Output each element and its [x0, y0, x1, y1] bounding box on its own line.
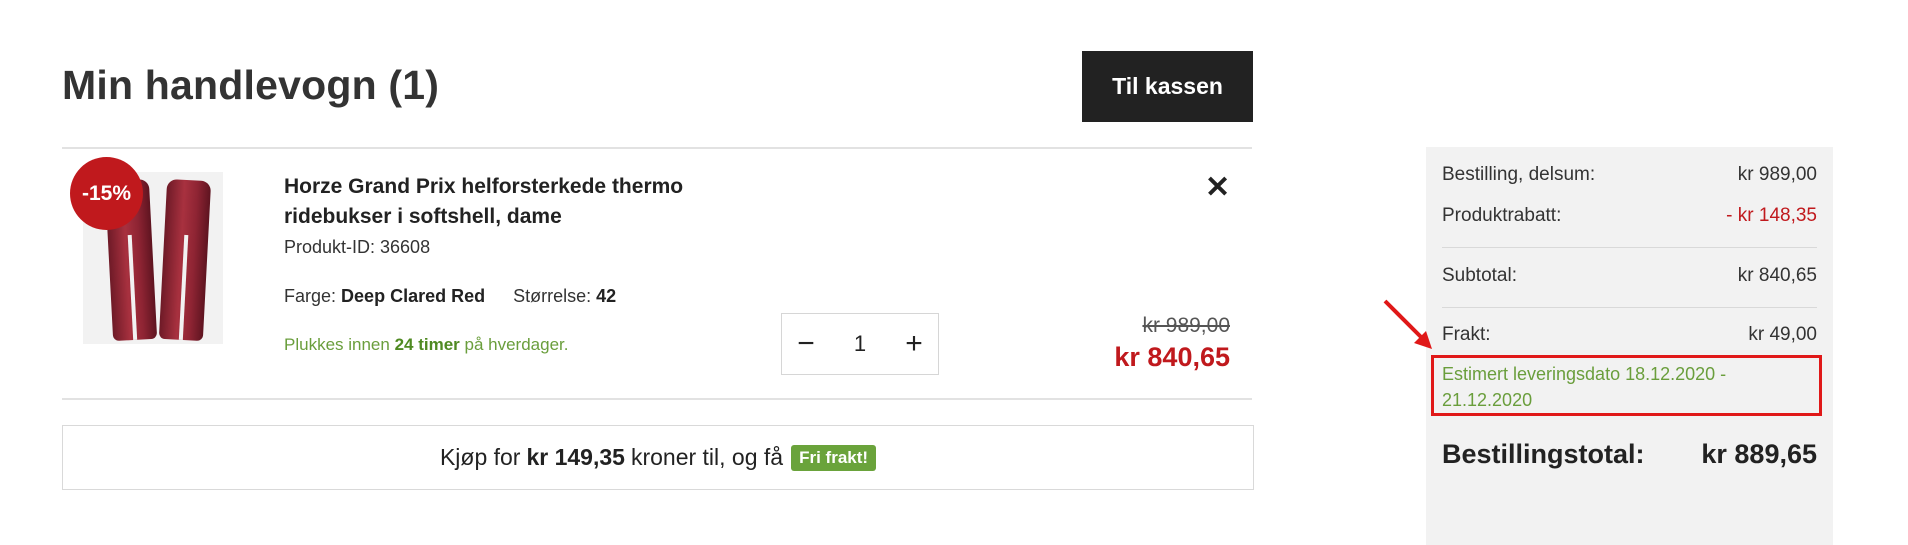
divider-top: [62, 147, 1252, 149]
banner-amount: kr 149,35: [526, 444, 625, 470]
pick-note: Plukkes innen 24 timer på hverdager.: [284, 335, 568, 355]
product-attributes: Farge: Deep Clared Red Størrelse: 42: [284, 286, 616, 307]
summary-discount-row: Produktrabatt: - kr 148,35: [1442, 205, 1817, 227]
page-title: Min handlevogn (1): [62, 62, 440, 108]
delivery-estimate: Estimert leveringsdato 18.12.2020 - 21.1…: [1442, 364, 1727, 410]
discounted-price: kr 840,65: [1114, 342, 1230, 372]
summary-total-row: Bestillingstotal: kr 889,65: [1442, 439, 1817, 470]
original-price: kr 989,00: [1142, 314, 1230, 337]
annotation-arrow-icon: [1383, 299, 1432, 349]
discount-badge: -15%: [70, 157, 143, 230]
remove-item-icon[interactable]: ✕: [1205, 170, 1230, 205]
order-subtotal-value: kr 989,00: [1737, 164, 1817, 185]
size-value: 42: [596, 286, 617, 306]
decrease-quantity-button[interactable]: −: [782, 316, 830, 372]
size-label: Størrelse:: [513, 286, 592, 306]
order-subtotal-label: Bestilling, delsum:: [1442, 164, 1596, 185]
checkout-button[interactable]: Til kassen: [1082, 51, 1253, 122]
free-shipping-banner: Kjøp for kr 149,35 kroner til, og få Fri…: [62, 425, 1254, 490]
shipping-value: kr 49,00: [1748, 324, 1817, 345]
color-value: Deep Clared Red: [341, 286, 486, 306]
product-id: Produkt-ID: 36608: [284, 237, 431, 257]
banner-prefix: Kjøp for: [439, 444, 521, 470]
pick-time: 24 timer: [394, 335, 460, 354]
summary-divider: [1442, 307, 1817, 308]
discount-value: - kr 148,35: [1726, 205, 1817, 226]
shipping-label: Frakt:: [1442, 324, 1491, 345]
quantity-input[interactable]: [833, 330, 887, 358]
summary-divider: [1442, 247, 1817, 248]
discount-label: Produktrabatt:: [1442, 205, 1562, 226]
summary-subtotal-row: Subtotal: kr 840,65: [1442, 265, 1817, 287]
pick-prefix: Plukkes innen: [284, 335, 390, 354]
free-shipping-badge: Fri frakt!: [791, 444, 877, 471]
summary-order-subtotal-row: Bestilling, delsum: kr 989,00: [1442, 164, 1817, 186]
subtotal-label: Subtotal:: [1442, 265, 1517, 286]
divider-bottom: [62, 398, 1252, 400]
product-name[interactable]: Horze Grand Prix helforsterkede thermo r…: [284, 172, 704, 232]
total-value: kr 889,65: [1701, 439, 1817, 469]
order-summary: Bestilling, delsum: kr 989,00 Produktrab…: [1426, 147, 1833, 545]
quantity-stepper: − +: [781, 313, 939, 375]
summary-shipping-row: Frakt: kr 49,00: [1442, 324, 1817, 346]
color-label: Farge:: [284, 286, 337, 306]
pants-icon-right: [158, 178, 212, 342]
increase-quantity-button[interactable]: +: [890, 316, 938, 372]
banner-suffix: kroner til, og få: [630, 444, 784, 470]
total-label: Bestillingstotal:: [1442, 439, 1645, 469]
subtotal-value: kr 840,65: [1737, 265, 1817, 286]
pick-suffix: på hverdager.: [464, 335, 569, 354]
